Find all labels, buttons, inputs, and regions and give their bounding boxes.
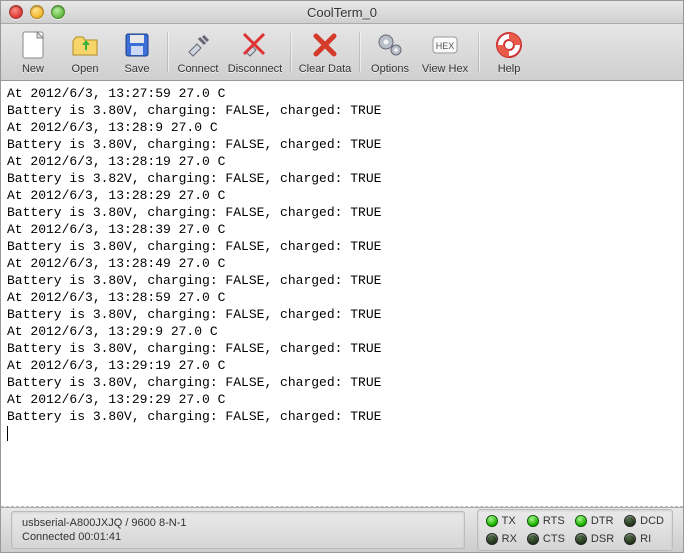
led-dtr: DTR <box>575 515 614 527</box>
led-rx-label: RX <box>502 533 517 545</box>
connect-button[interactable]: Connect <box>172 29 224 75</box>
toolbar-separator <box>359 32 360 72</box>
clear-x-icon <box>309 29 341 61</box>
view-hex-button[interactable]: HEX View Hex <box>416 29 474 75</box>
led-cts: CTS <box>527 533 565 545</box>
app-window: CoolTerm_0 New Open Save Connect <box>0 0 684 553</box>
disconnect-plug-icon <box>239 29 271 61</box>
new-label: New <box>22 63 44 75</box>
disconnect-label: Disconnect <box>228 63 282 75</box>
led-rx-indicator-icon <box>486 533 498 545</box>
open-folder-icon <box>69 29 101 61</box>
led-tx-label: TX <box>502 515 516 527</box>
help-button[interactable]: Help <box>483 29 535 75</box>
led-dcd-label: DCD <box>640 515 664 527</box>
led-dsr-label: DSR <box>591 533 614 545</box>
led-rts-label: RTS <box>543 515 565 527</box>
led-rts: RTS <box>527 515 565 527</box>
led-dcd-indicator-icon <box>624 515 636 527</box>
svg-text:HEX: HEX <box>436 41 455 51</box>
titlebar[interactable]: CoolTerm_0 <box>1 1 683 24</box>
led-dtr-label: DTR <box>591 515 614 527</box>
help-label: Help <box>498 63 521 75</box>
led-tx: TX <box>486 515 517 527</box>
led-cts-indicator-icon <box>527 533 539 545</box>
led-ri-label: RI <box>640 533 651 545</box>
save-button[interactable]: Save <box>111 29 163 75</box>
connection-status-box: usbserial-A800JXJQ / 9600 8-N-1 Connecte… <box>11 511 465 549</box>
port-info: usbserial-A800JXJQ / 9600 8-N-1 <box>22 516 454 530</box>
clear-data-button[interactable]: Clear Data <box>295 29 355 75</box>
led-rx: RX <box>486 533 517 545</box>
options-label: Options <box>371 63 409 75</box>
open-button[interactable]: Open <box>59 29 111 75</box>
viewhex-label: View Hex <box>422 63 468 75</box>
connect-label: Connect <box>178 63 219 75</box>
toolbar: New Open Save Connect Disconnect <box>1 24 683 81</box>
status-bar: usbserial-A800JXJQ / 9600 8-N-1 Connecte… <box>1 507 683 552</box>
options-button[interactable]: Options <box>364 29 416 75</box>
save-label: Save <box>124 63 149 75</box>
options-gears-icon <box>374 29 406 61</box>
led-dcd: DCD <box>624 515 664 527</box>
window-title: CoolTerm_0 <box>1 5 683 20</box>
led-rts-indicator-icon <box>527 515 539 527</box>
new-button[interactable]: New <box>7 29 59 75</box>
serial-led-panel: TX RTS DTR DCD RX CTS DSR RI <box>477 509 673 551</box>
clear-label: Clear Data <box>299 63 352 75</box>
save-floppy-icon <box>121 29 153 61</box>
terminal-output[interactable]: At 2012/6/3, 13:27:59 27.0 C Battery is … <box>1 81 683 507</box>
zoom-window-button[interactable] <box>51 5 65 19</box>
new-file-icon <box>17 29 49 61</box>
led-dsr: DSR <box>575 533 614 545</box>
text-cursor <box>7 426 16 441</box>
connection-timer: Connected 00:01:41 <box>22 530 454 544</box>
close-window-button[interactable] <box>9 5 23 19</box>
led-ri: RI <box>624 533 664 545</box>
toolbar-separator <box>167 32 168 72</box>
led-tx-indicator-icon <box>486 515 498 527</box>
open-label: Open <box>72 63 99 75</box>
toolbar-separator <box>478 32 479 72</box>
minimize-window-button[interactable] <box>30 5 44 19</box>
led-dtr-indicator-icon <box>575 515 587 527</box>
led-cts-label: CTS <box>543 533 565 545</box>
traffic-lights <box>9 5 65 19</box>
toolbar-separator <box>290 32 291 72</box>
led-ri-indicator-icon <box>624 533 636 545</box>
led-dsr-indicator-icon <box>575 533 587 545</box>
connect-plug-icon <box>182 29 214 61</box>
hex-icon: HEX <box>429 29 461 61</box>
help-lifebuoy-icon <box>493 29 525 61</box>
disconnect-button[interactable]: Disconnect <box>224 29 286 75</box>
